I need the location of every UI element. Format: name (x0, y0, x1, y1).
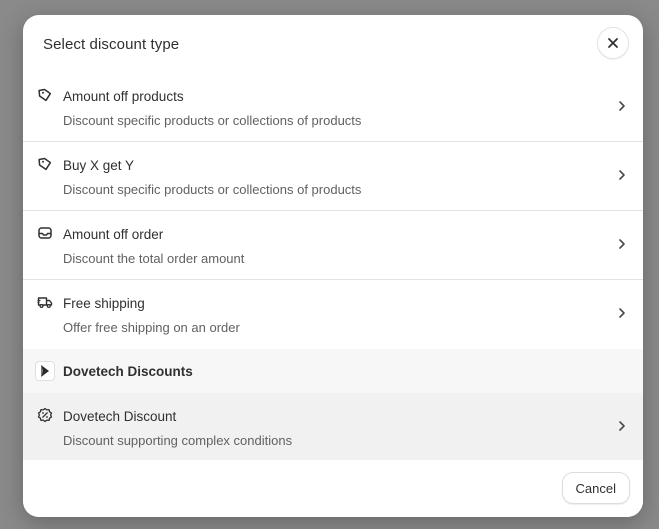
select-discount-type-modal: Select discount type Amount off products… (23, 15, 643, 517)
dovetech-logo-icon (35, 361, 55, 381)
tag-icon (37, 87, 53, 103)
option-title: Free shipping (63, 296, 145, 311)
chevron-right-icon (615, 306, 629, 320)
option-description: Discount specific products or collection… (63, 182, 362, 197)
modal-header: Select discount type (23, 15, 643, 73)
option-dovetech-discount[interactable]: Dovetech Discount Discount supporting co… (23, 393, 643, 460)
chevron-right-icon (615, 419, 629, 433)
option-title: Amount off products (63, 89, 184, 104)
modal-title: Select discount type (43, 36, 180, 53)
close-button[interactable] (598, 28, 628, 58)
option-free-shipping[interactable]: Free shipping Offer free shipping on an … (23, 280, 643, 349)
chevron-right-icon (615, 168, 629, 182)
option-description: Discount supporting complex conditions (63, 433, 293, 448)
option-description: Discount the total order amount (63, 251, 245, 266)
app-section-header: Dovetech Discounts (23, 349, 643, 393)
chevron-right-icon (615, 237, 629, 251)
option-description: Discount specific products or collection… (63, 113, 362, 128)
option-description: Offer free shipping on an order (63, 320, 240, 335)
modal-footer: Cancel (23, 461, 643, 517)
option-title: Amount off order (63, 227, 164, 242)
option-title: Dovetech Discount (63, 409, 177, 424)
option-amount-off-order[interactable]: Amount off order Discount the total orde… (23, 211, 643, 280)
tag-icon (37, 156, 53, 172)
option-title: Buy X get Y (63, 158, 135, 173)
chevron-right-icon (615, 99, 629, 113)
app-section-title: Dovetech Discounts (63, 364, 193, 379)
inbox-icon (37, 225, 53, 241)
close-icon (607, 37, 619, 49)
discount-badge-icon (37, 407, 53, 423)
cancel-button[interactable]: Cancel (562, 473, 629, 503)
truck-icon (37, 294, 53, 310)
option-buy-x-get-y[interactable]: Buy X get Y Discount specific products o… (23, 142, 643, 211)
option-amount-off-products[interactable]: Amount off products Discount specific pr… (23, 73, 643, 142)
